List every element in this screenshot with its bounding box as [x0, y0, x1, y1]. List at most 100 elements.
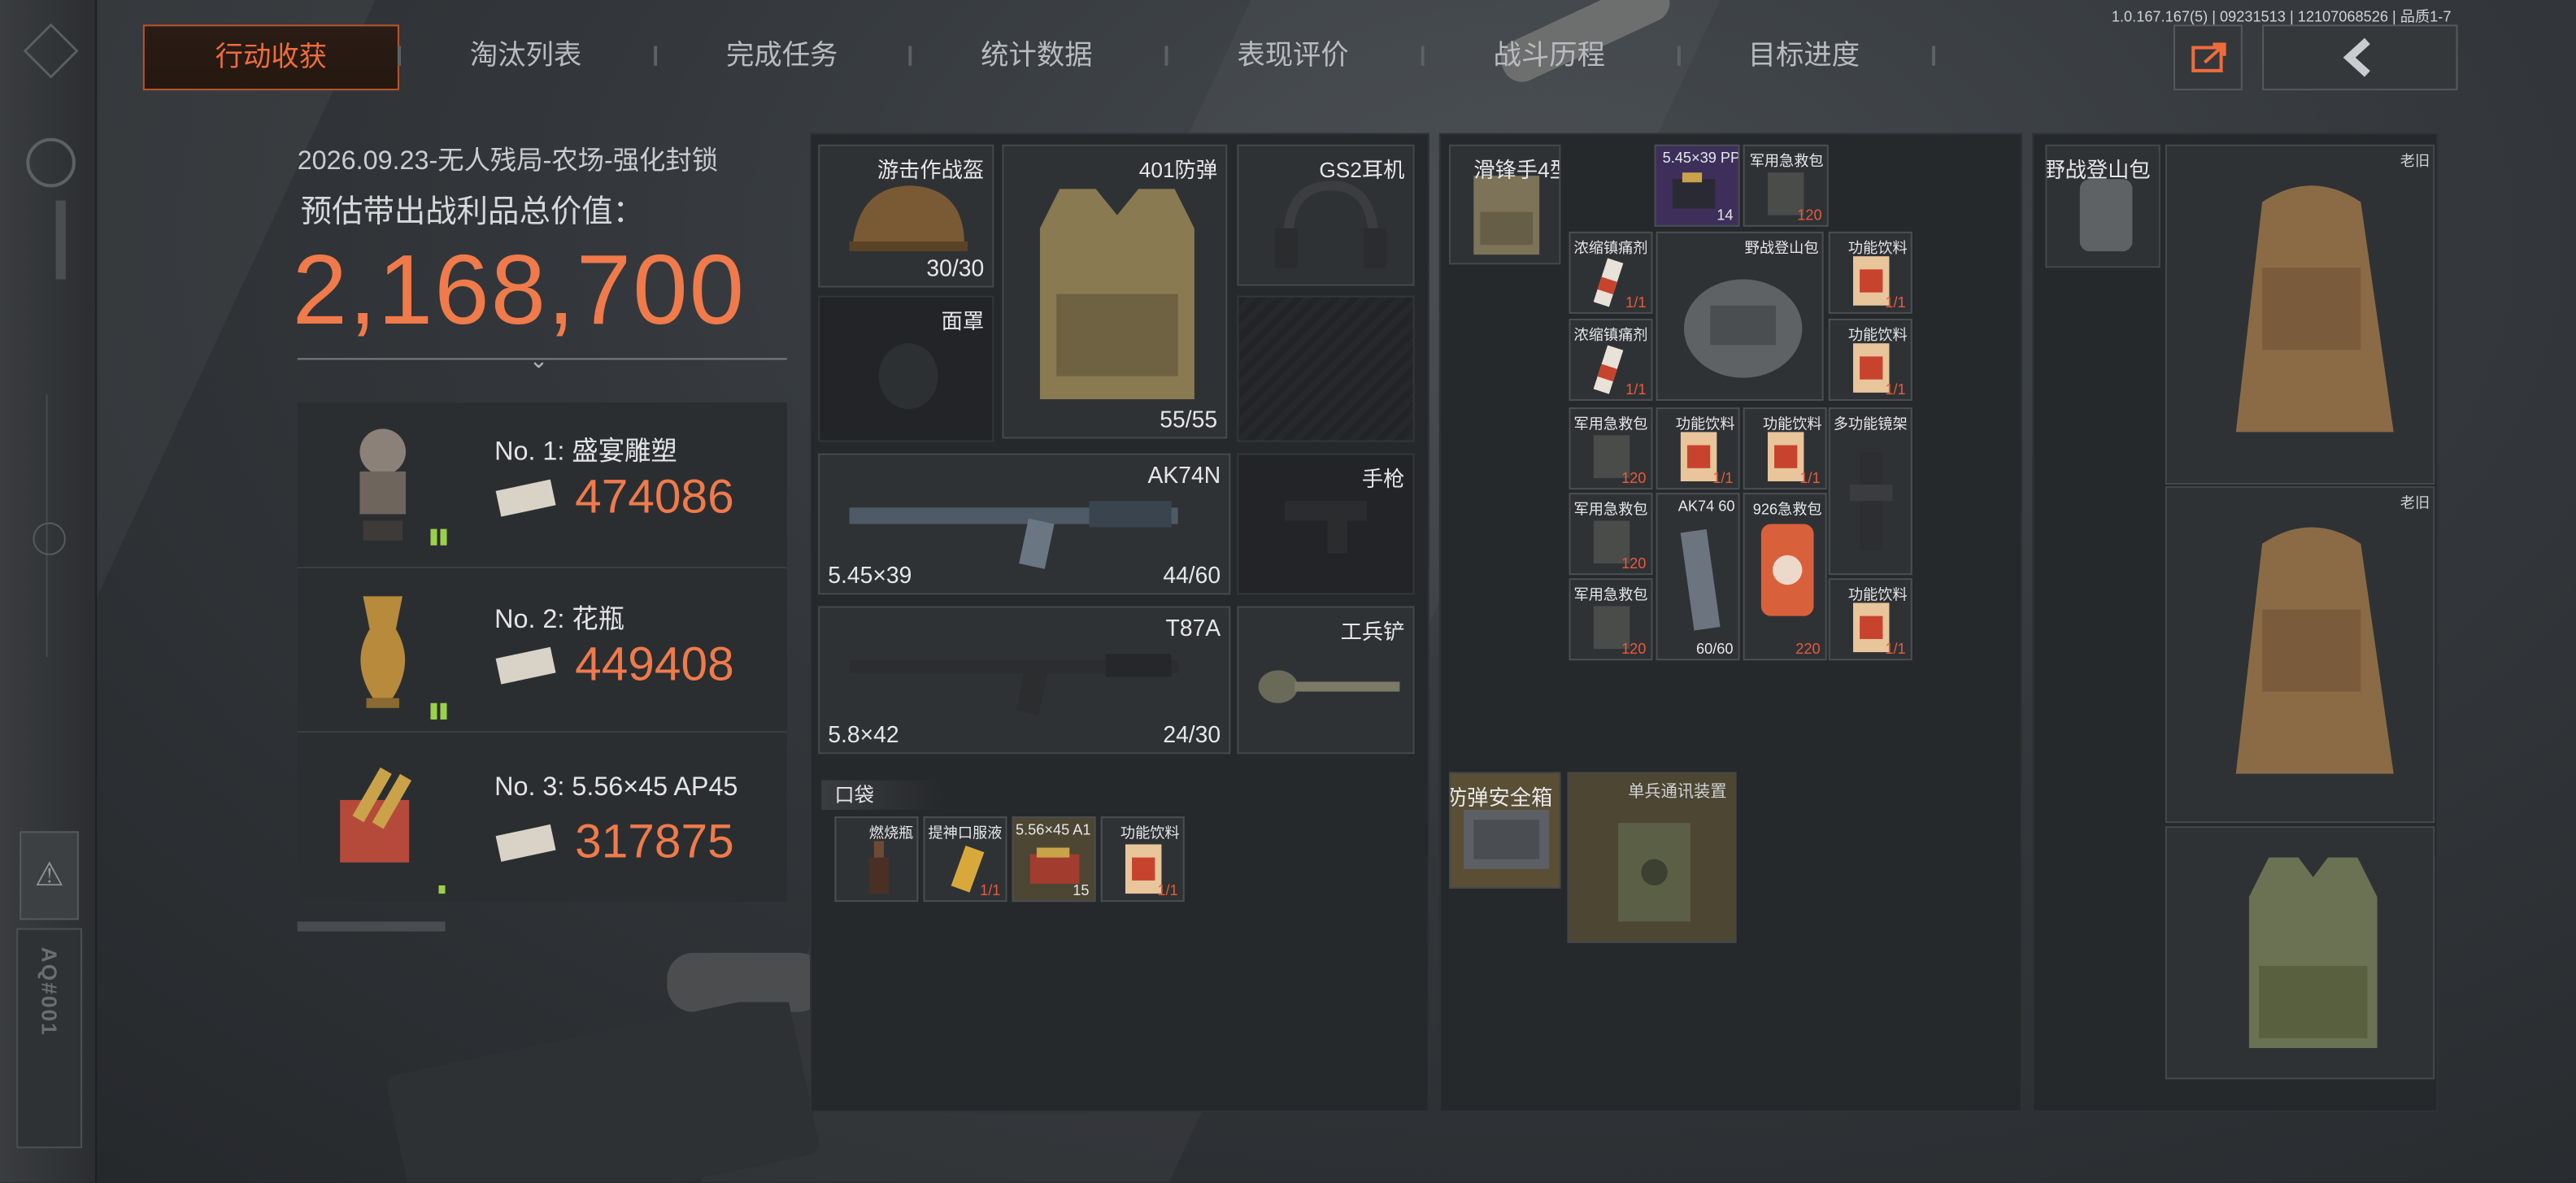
cash-icon — [495, 824, 556, 862]
item-count: 1/1 — [1885, 381, 1906, 398]
rig-item[interactable]: 军用急救包 120 — [1569, 578, 1653, 661]
item-name: 多功能镜架 — [1833, 415, 1908, 433]
backpack-item[interactable] — [2165, 826, 2435, 1080]
share-button[interactable] — [2173, 24, 2243, 91]
backpack-item[interactable]: 老旧 — [2165, 486, 2435, 824]
rig-item[interactable]: 功能饮料 1/1 — [1743, 407, 1827, 490]
pistol-icon — [1284, 501, 1367, 554]
rig-item[interactable]: 926急救包 220 — [1743, 493, 1827, 661]
leather-backpack-icon — [2235, 185, 2394, 433]
slot-name: 单兵通讯装置 — [1628, 783, 1727, 802]
top-item-row[interactable]: No. 2: 花瓶 449408 — [297, 567, 787, 733]
warning-triangle-icon[interactable]: ⚠ — [20, 831, 79, 920]
item-name: 功能饮料 — [1120, 824, 1180, 842]
item-name: 5.56×45 A1 — [1016, 821, 1091, 838]
grid-marker-icon — [430, 528, 447, 546]
tab-separator — [1931, 46, 1936, 66]
tab-separator — [397, 46, 401, 66]
item-name: 野战登山包 — [1744, 239, 1819, 257]
rig-item[interactable]: 军用急救包 120 — [1569, 407, 1653, 490]
rig-item[interactable]: 功能饮料 1/1 — [1828, 231, 1912, 314]
rig-item[interactable]: 军用急救包 120 — [1569, 493, 1653, 576]
slot-caliber: 5.45×39 — [828, 561, 912, 589]
rig-item[interactable]: AK74 60 60/60 — [1656, 493, 1740, 661]
ammo-box-icon — [1029, 847, 1080, 884]
empty-slot[interactable] — [1237, 295, 1415, 442]
item-name: 军用急救包 — [1749, 152, 1824, 170]
tab-performance[interactable]: 表现评价 — [1194, 24, 1391, 87]
item-name: 军用急救包 — [1573, 415, 1648, 433]
top-tab-bar: 行动收获 淘汰列表 完成任务 统计数据 表现评价 战斗历程 目标进度 — [132, 20, 2465, 92]
item-name: 浓缩镇痛剂 — [1573, 239, 1648, 257]
tab-loot[interactable]: 行动收获 — [142, 24, 399, 91]
magazine-decoration — [386, 1002, 820, 1183]
pocket-item[interactable]: 5.56×45 A1 15 — [1012, 816, 1096, 902]
rig-item[interactable]: 功能饮料 1/1 — [1828, 318, 1912, 401]
headset-icon — [1274, 180, 1387, 268]
pistol-slot[interactable]: 手枪 — [1237, 453, 1415, 595]
mask-slot[interactable]: 面罩 — [818, 295, 994, 442]
primary-weapon-slot[interactable]: AK74N 5.45×39 44/60 — [818, 453, 1231, 595]
safe-box-slot[interactable]: 防弹安全箱 — [1448, 772, 1561, 889]
armor-slot[interactable]: 401防弹 55/55 — [1002, 144, 1228, 439]
item-count: 15 — [1073, 881, 1090, 899]
grid-marker-icon — [430, 702, 447, 720]
painkiller-icon — [1593, 258, 1624, 307]
top-item-value: 317875 — [575, 816, 734, 869]
top-item-row[interactable]: No. 1: 盛宴雕塑 474086 — [297, 402, 787, 569]
secondary-weapon-slot[interactable]: T87A 5.8×42 24/30 — [818, 606, 1231, 755]
tactical-vest-icon — [2248, 857, 2378, 1049]
backpack-item[interactable]: 老旧 — [2165, 144, 2435, 485]
top-item-title: No. 3: 5.56×45 AP45 — [494, 773, 738, 802]
tab-battle-history[interactable]: 战斗历程 — [1451, 24, 1647, 87]
body-armor-icon — [1039, 189, 1194, 399]
chest-rig-slot[interactable]: 滑锋手4型 — [1448, 144, 1561, 265]
slot-name: GS2耳机 — [1319, 157, 1405, 183]
item-count: 120 — [1797, 207, 1822, 224]
backpack-slot[interactable]: 野战登山包 — [2045, 144, 2160, 268]
comm-device-slot[interactable]: 单兵通讯装置 — [1567, 772, 1737, 943]
rig-item[interactable]: 军用急救包 120 — [1743, 144, 1829, 227]
item-count: 1/1 — [980, 881, 1001, 899]
rig-item[interactable]: 浓缩镇痛剂 1/1 — [1569, 318, 1653, 401]
sidebar-code: AQ#001 — [37, 946, 62, 1037]
rig-item[interactable]: 功能饮料 1/1 — [1828, 578, 1912, 661]
pocket-item[interactable]: 提神口服液 1/1 — [923, 816, 1007, 902]
item-name: 提神口服液 — [928, 824, 1003, 842]
item-name: 军用急救包 — [1573, 501, 1648, 518]
back-button[interactable] — [2262, 24, 2458, 91]
leather-backpack-icon — [2235, 527, 2394, 774]
slot-name: 野战登山包 — [2045, 157, 2151, 183]
slot-caliber: 5.8×42 — [828, 720, 899, 748]
top-item-row[interactable]: No. 3: 5.56×45 AP45 317875 — [298, 731, 787, 902]
rig-item[interactable]: 多功能镜架 — [1828, 407, 1912, 576]
painkiller-icon — [1593, 345, 1624, 394]
item-count: 1/1 — [1885, 294, 1906, 311]
tab-eliminations[interactable]: 淘汰列表 — [427, 24, 624, 87]
rifle-icon — [849, 654, 1178, 715]
grid-marker-icon — [438, 885, 447, 894]
pocket-item[interactable]: 功能饮料 1/1 — [1100, 816, 1185, 902]
item-count: 1/1 — [1712, 469, 1734, 487]
rig-item[interactable]: 野战登山包 — [1656, 231, 1824, 401]
pocket-item[interactable]: 燃烧瓶 — [834, 816, 919, 902]
ammo-box-icon — [1672, 172, 1716, 209]
cash-icon — [495, 646, 556, 685]
item-name: 926急救包 — [1752, 501, 1822, 518]
slot-ammo: 24/30 — [1163, 720, 1221, 748]
sidebar-code-plate: AQ#001 — [16, 928, 83, 1149]
top-item-value: 449408 — [575, 638, 734, 692]
slot-name: 手枪 — [1361, 466, 1405, 492]
rig-item[interactable]: 功能饮料 1/1 — [1656, 407, 1740, 490]
tab-statistics[interactable]: 统计数据 — [938, 24, 1135, 87]
rig-item[interactable]: 浓缩镇痛剂 1/1 — [1569, 231, 1653, 314]
melee-slot[interactable]: 工兵铲 — [1237, 606, 1415, 755]
expand-chevron-icon[interactable]: ⌄ — [529, 346, 549, 374]
tab-objective-progress[interactable]: 目标进度 — [1705, 24, 1902, 87]
rig-item[interactable]: 5.45×39 PP 14 — [1654, 144, 1740, 227]
headset-slot[interactable]: GS2耳机 — [1237, 144, 1415, 286]
tab-missions[interactable]: 完成任务 — [683, 24, 880, 87]
tab-separator — [908, 46, 912, 66]
helmet-slot[interactable]: 游击作战盔 30/30 — [818, 144, 994, 288]
item-name: 5.45×39 PP — [1662, 149, 1740, 167]
